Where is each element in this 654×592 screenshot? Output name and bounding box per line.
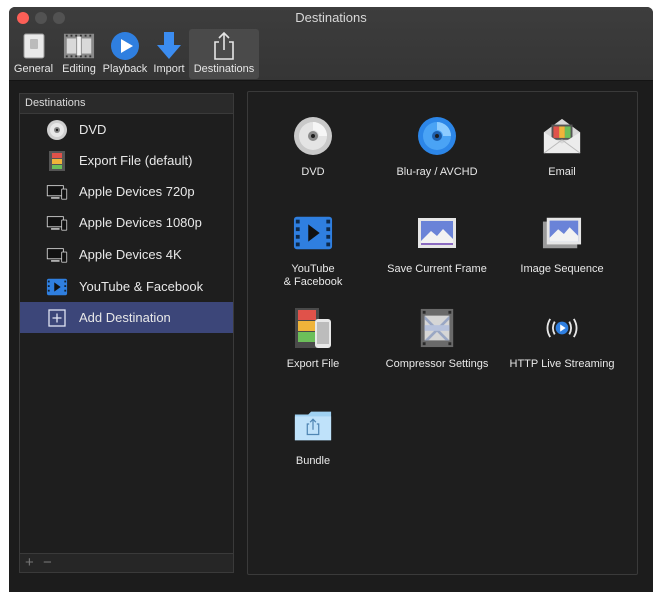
- sidebar-item-label: Apple Devices 1080p: [79, 215, 202, 230]
- destination-image-sequence[interactable]: Image Sequence: [497, 213, 627, 293]
- switch-icon: [18, 31, 50, 61]
- sidebar-item-label: YouTube & Facebook: [79, 279, 204, 294]
- toolbar-playback-label: Playback: [102, 63, 148, 75]
- sidebar-item-apple-devices-4k[interactable]: Apple Devices 4K: [20, 239, 233, 270]
- destination-label: Blu-ray / AVCHD: [396, 166, 478, 178]
- destination-label: YouTube & Facebook: [283, 263, 343, 288]
- film-file-icon: [46, 150, 68, 172]
- video-icon: [46, 276, 68, 298]
- destination-label: DVD: [301, 166, 325, 178]
- remove-destination-button[interactable]: −: [43, 554, 52, 571]
- toolbar-general[interactable]: General: [9, 29, 58, 79]
- sidebar-footer: + −: [20, 553, 233, 572]
- compressor-icon: [417, 308, 457, 348]
- bluray-icon: [417, 116, 457, 156]
- sidebar-item-label: Apple Devices 720p: [79, 184, 195, 199]
- destination-label: Compressor Settings: [385, 358, 489, 370]
- filmstrip-icon: [63, 31, 95, 61]
- sidebar-item-apple-devices-720p[interactable]: Apple Devices 720p: [20, 176, 233, 207]
- destination-http-live-streaming[interactable]: HTTP Live Streaming: [497, 308, 627, 388]
- destination-label: HTTP Live Streaming: [509, 358, 615, 370]
- toolbar-destinations-label: Destinations: [193, 63, 255, 75]
- destination-youtube-facebook[interactable]: YouTube & Facebook: [248, 213, 378, 293]
- export-file-icon: [293, 308, 333, 348]
- toolbar-destinations[interactable]: Destinations: [189, 29, 259, 79]
- destinations-sidebar: Destinations DVD Export File (default) A…: [19, 93, 234, 573]
- add-icon: [46, 307, 68, 329]
- destination-label: Bundle: [295, 455, 331, 467]
- sidebar-item-label: Add Destination: [79, 310, 171, 325]
- title-bar: Destinations General Editing Playback Im…: [9, 7, 653, 81]
- sidebar-item-label: DVD: [79, 122, 107, 137]
- devices-icon: [46, 212, 68, 234]
- destination-bundle[interactable]: Bundle: [248, 405, 378, 485]
- image-stack-icon: [542, 213, 582, 253]
- sidebar-item-label: Export File (default): [79, 153, 193, 168]
- dvd-icon: [293, 116, 333, 156]
- window-title: Destinations: [295, 10, 367, 25]
- add-destination-button[interactable]: +: [25, 554, 34, 571]
- email-icon: [542, 116, 582, 156]
- toolbar-import-label: Import: [153, 63, 185, 75]
- video-icon: [293, 213, 333, 253]
- image-icon: [417, 213, 457, 253]
- sidebar-item-export-file[interactable]: Export File (default): [20, 145, 233, 176]
- sidebar-item-youtube-facebook[interactable]: YouTube & Facebook: [20, 271, 233, 302]
- destination-label: Save Current Frame: [387, 263, 487, 275]
- destination-label: Export File: [286, 358, 340, 370]
- streaming-icon: [542, 308, 582, 348]
- toolbar-general-label: General: [13, 63, 54, 75]
- destination-email[interactable]: Email: [497, 116, 627, 196]
- download-arrow-icon: [153, 31, 185, 61]
- destinations-grid: DVD Blu-ray / AVCHD Email YouTube & Face…: [247, 91, 638, 575]
- dvd-icon: [46, 119, 68, 141]
- toolbar-editing-label: Editing: [62, 63, 96, 75]
- sidebar-item-add-destination[interactable]: Add Destination: [20, 302, 233, 333]
- share-icon: [208, 31, 240, 61]
- sidebar-item-apple-devices-1080p[interactable]: Apple Devices 1080p: [20, 207, 233, 238]
- toolbar-import[interactable]: Import: [150, 29, 188, 79]
- destination-dvd[interactable]: DVD: [248, 116, 378, 196]
- destination-label: Email: [548, 166, 576, 178]
- toolbar-editing[interactable]: Editing: [58, 29, 100, 79]
- play-icon: [109, 31, 141, 61]
- folder-share-icon: [293, 405, 333, 445]
- destination-export-file[interactable]: Export File: [248, 308, 378, 388]
- devices-icon: [46, 244, 68, 266]
- destination-bluray[interactable]: Blu-ray / AVCHD: [372, 116, 502, 196]
- destination-label: Image Sequence: [520, 263, 604, 275]
- destination-compressor-settings[interactable]: Compressor Settings: [372, 308, 502, 388]
- devices-icon: [46, 181, 68, 203]
- sidebar-item-dvd[interactable]: DVD: [20, 114, 233, 145]
- sidebar-header: Destinations: [20, 94, 233, 114]
- destination-save-current-frame[interactable]: Save Current Frame: [372, 213, 502, 293]
- toolbar-playback[interactable]: Playback: [100, 29, 150, 79]
- sidebar-item-label: Apple Devices 4K: [79, 247, 182, 262]
